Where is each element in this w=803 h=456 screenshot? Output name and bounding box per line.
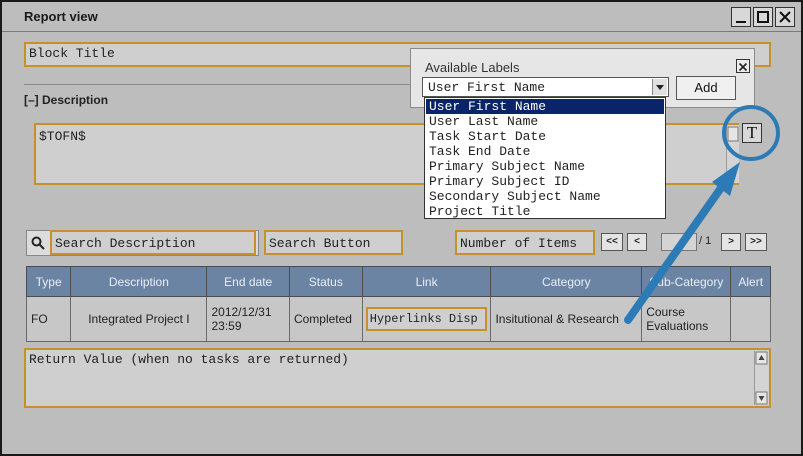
report-view-window: Report view Block Title [–] Description … [0,0,803,456]
annotation-arrow-icon [624,162,740,324]
highlight-circle [722,105,780,161]
annotation-overlay [624,105,780,324]
